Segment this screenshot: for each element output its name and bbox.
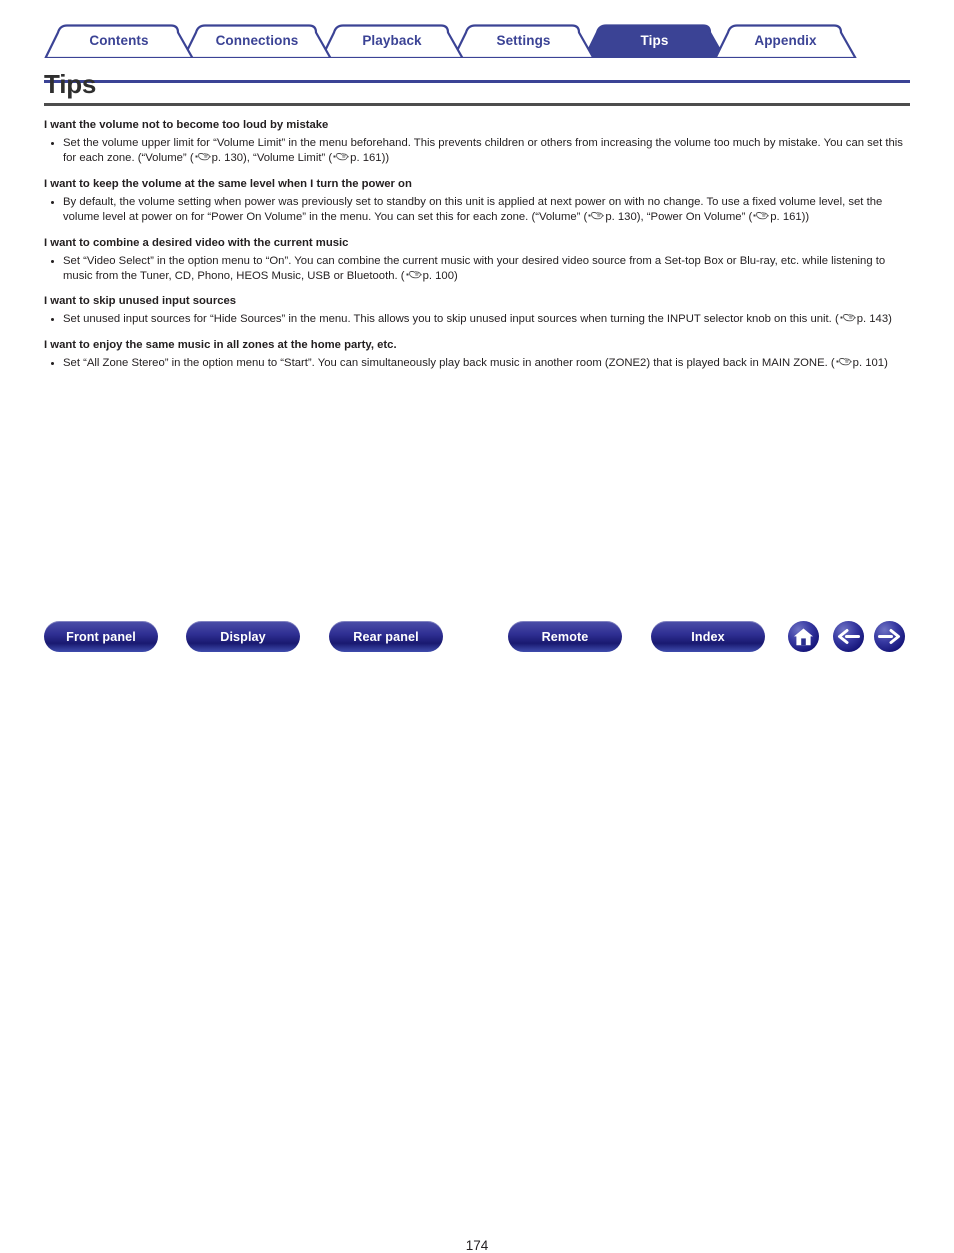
footer-button-rear-panel[interactable]: Rear panel	[329, 621, 443, 652]
tab-appendix[interactable]: Appendix	[714, 24, 857, 58]
tab-contents[interactable]: Contents	[44, 24, 194, 58]
tab-connections[interactable]: Connections	[182, 24, 332, 58]
tip-body-text-2: “Volume Limit” (	[249, 152, 333, 165]
tip-section: I want to skip unused input sources Set u…	[44, 293, 912, 327]
page-ref-icon-2	[752, 211, 770, 223]
tip-body-text: Set the volume upper limit for “Volume L…	[63, 137, 903, 165]
footer-bar: Front panel Display Rear panel Remote Index …	[0, 616, 954, 1253]
tip-bullet: By default, the volume setting when powe…	[44, 195, 912, 226]
tip-bullet: Set the volume upper limit for “Volume L…	[44, 136, 912, 167]
tip-bullet: Set “All Zone Stereo” in the option menu…	[44, 356, 912, 371]
footer-button-front-panel[interactable]: Front panel	[44, 621, 158, 652]
tip-section: I want to enjoy the same music in all zo…	[44, 337, 912, 371]
page-title: Tips	[44, 69, 97, 99]
bullet-dot	[51, 259, 54, 263]
tip-heading: I want to skip unused input sources	[44, 295, 237, 308]
back-arrow-icon[interactable]	[833, 621, 864, 652]
bullet-dot	[51, 361, 54, 365]
page-ref-text[interactable]: p. 143)	[857, 313, 892, 325]
page-ref-text-2[interactable]: p. 161))	[350, 152, 389, 164]
home-icon[interactable]	[788, 621, 819, 652]
footer-button-label: Front panel	[66, 629, 136, 644]
bullet-dot	[51, 318, 54, 322]
page-title-rule	[44, 103, 910, 106]
tip-body-text: Set “Video Select” in the option menu to…	[63, 254, 886, 283]
tab-label: Contents	[89, 32, 149, 48]
footer-button-label: Remote	[541, 629, 589, 644]
tab-settings[interactable]: Settings	[452, 24, 595, 58]
bullet-dot	[51, 142, 54, 145]
tab-label: Appendix	[754, 32, 817, 48]
tab-playback[interactable]: Playback	[320, 24, 464, 58]
page-ref-text[interactable]: p. 130),	[212, 152, 250, 164]
tab-tips[interactable]: Tips	[583, 24, 726, 58]
tip-bullet: Set unused input sources for “Hide Sourc…	[44, 312, 912, 327]
tip-heading: I want to keep the volume at the same le…	[44, 177, 412, 190]
tab-bar: Contents Connections Playback Settings Tips A…	[0, 24, 954, 83]
footer-button-index[interactable]: Index	[651, 621, 765, 652]
tip-heading: I want to enjoy the same music in all zo…	[44, 338, 397, 351]
page-ref-icon	[587, 211, 605, 223]
footer-button-label: Index	[691, 629, 725, 644]
page-ref-icon-2	[332, 152, 350, 164]
tab-list: Contents Connections Playback Settings Tips A…	[44, 24, 910, 58]
tip-section: I want to combine a desired video with t…	[44, 235, 912, 285]
page-ref-text[interactable]: p. 100)	[423, 270, 458, 282]
page-ref-icon	[405, 270, 423, 282]
tab-label: Settings	[496, 32, 551, 48]
page-ref-icon	[839, 313, 857, 325]
tips-content: I want the volume not to become too loud…	[44, 117, 912, 380]
page-ref-text-2[interactable]: p. 161))	[770, 211, 809, 223]
tip-section: I want the volume not to become too loud…	[44, 117, 912, 167]
tab-label: Tips	[640, 32, 669, 48]
footer-button-display[interactable]: Display	[186, 621, 300, 652]
page-ref-icon	[194, 152, 212, 164]
tip-heading: I want the volume not to become too loud…	[44, 119, 329, 131]
tip-bullet: Set “Video Select” in the option menu to…	[44, 254, 912, 285]
tip-body-text: Set “All Zone Stereo” in the option menu…	[63, 356, 835, 369]
tip-heading: I want to combine a desired video with t…	[44, 236, 349, 249]
tab-label: Connections	[215, 32, 299, 48]
footer-button-remote[interactable]: Remote	[508, 621, 622, 652]
footer-button-label: Display	[220, 629, 266, 644]
tip-body-text-2: “Power On Volume” (	[643, 211, 753, 224]
tip-section: I want to keep the volume at the same le…	[44, 176, 912, 226]
page-ref-text[interactable]: p. 130),	[605, 211, 643, 223]
bullet-dot	[51, 200, 54, 204]
page-number: 174	[465, 1238, 489, 1253]
tab-bar-underline	[44, 80, 910, 83]
forward-arrow-icon[interactable]	[874, 621, 905, 652]
tip-body-text: Set unused input sources for “Hide Sourc…	[63, 313, 839, 326]
footer-button-label: Rear panel	[353, 629, 419, 644]
page-ref-text[interactable]: p. 101)	[853, 357, 888, 369]
page-ref-icon	[835, 357, 853, 369]
tab-label: Playback	[362, 32, 422, 48]
